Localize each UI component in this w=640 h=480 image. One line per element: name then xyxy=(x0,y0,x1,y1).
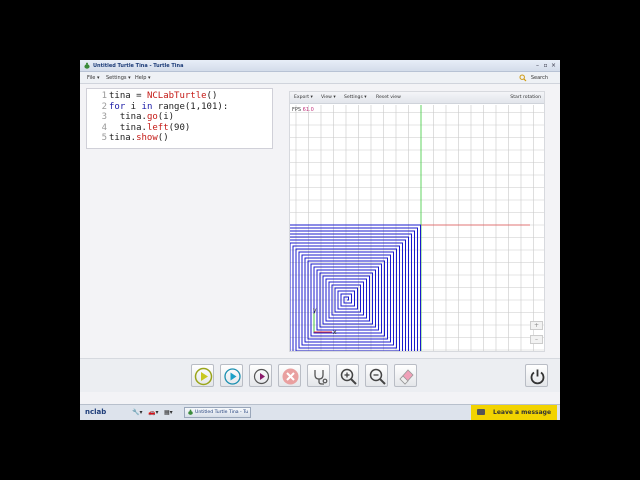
zoom-out-icon xyxy=(369,368,386,385)
stop-button[interactable] xyxy=(278,364,301,387)
code-token: () xyxy=(206,91,218,101)
graphics-settings-menu[interactable]: Settings ▾ xyxy=(344,94,367,102)
minimize-button[interactable]: – xyxy=(534,62,541,69)
fps-label: FPS xyxy=(292,107,302,113)
menu-bar: File ▾ Settings ▾ Help ▾ Search xyxy=(80,72,560,84)
graphics-toolbar: Export ▾ View ▾ Settings ▾ Reset view St… xyxy=(290,92,544,104)
stop-icon xyxy=(282,368,299,385)
line-number: 3 xyxy=(101,112,107,122)
start-rotation-button[interactable]: Start rotation xyxy=(510,94,541,102)
play-small-icon xyxy=(253,368,270,385)
code-token: range(1,101): xyxy=(152,101,229,112)
play-step-icon xyxy=(224,368,241,385)
line-number: 1 xyxy=(101,91,107,101)
app-window: Untitled Turtle Tina - Turtle Tina – ▫ ×… xyxy=(80,60,560,420)
message-icon xyxy=(477,409,485,415)
run-button[interactable] xyxy=(191,364,214,387)
main-toolbar xyxy=(80,358,560,392)
line-number: 5 xyxy=(101,133,107,143)
debug-button[interactable] xyxy=(307,364,330,387)
run-step-button[interactable] xyxy=(220,364,243,387)
turtle-canvas[interactable]: xy xyxy=(290,105,544,351)
power-icon xyxy=(530,369,545,385)
line-number-gutter: 12345 xyxy=(87,91,107,144)
wrench-icon[interactable]: 🔧▾ xyxy=(132,409,142,416)
code-token: tina. xyxy=(109,122,147,133)
code-token: show xyxy=(136,133,158,143)
maximize-button[interactable]: ▫ xyxy=(542,62,549,69)
taskbar-task-turtle-tina[interactable]: Untitled Turtle Tina - Tu xyxy=(184,407,251,418)
line-number: 2 xyxy=(101,101,107,112)
turtle-spiral-path xyxy=(290,224,421,351)
nclab-logo[interactable]: nclab xyxy=(85,408,106,416)
title-bar: Untitled Turtle Tina - Turtle Tina – ▫ × xyxy=(80,60,560,72)
line-number: 4 xyxy=(101,122,107,133)
gizmo-x-label: x xyxy=(333,329,337,336)
menu-file[interactable]: File ▾ xyxy=(87,74,99,82)
code-line[interactable]: tina = NCLabTurtle() xyxy=(109,91,228,102)
search-button[interactable]: Search xyxy=(531,74,548,82)
car-icon[interactable]: 🚗▾ xyxy=(148,409,158,416)
code-token: tina. xyxy=(109,133,137,143)
menu-settings[interactable]: Settings ▾ xyxy=(106,74,131,82)
run-fast-button[interactable] xyxy=(249,364,272,387)
close-button[interactable]: × xyxy=(550,62,557,69)
task-label: Untitled Turtle Tina - Tu xyxy=(195,410,249,415)
zoom-out-button[interactable] xyxy=(365,364,388,387)
reset-view-button[interactable]: Reset view xyxy=(376,94,401,102)
menu-help[interactable]: Help ▾ xyxy=(135,74,151,82)
code-token: go xyxy=(146,112,158,122)
code-line[interactable]: for i in range(1,101): xyxy=(109,102,228,113)
fps-value: 61.0 xyxy=(302,107,314,113)
code-line[interactable]: tina.go(i) xyxy=(109,112,228,123)
code-token: tina = xyxy=(109,91,147,101)
code-area[interactable]: tina = NCLabTurtle() for i in range(1,101… xyxy=(109,91,228,144)
zoom-in-small-button[interactable]: + xyxy=(530,321,543,330)
code-token: NCLabTurtle xyxy=(146,91,207,101)
fps-counter: FPS 61.0 xyxy=(292,107,314,113)
gizmo-y-label: y xyxy=(313,307,317,314)
code-token: for xyxy=(109,101,126,112)
code-token: in xyxy=(141,101,153,112)
code-token: (90) xyxy=(168,122,191,133)
code-token: () xyxy=(157,133,169,143)
zoom-out-small-button[interactable]: – xyxy=(530,335,543,344)
turtle-task-icon xyxy=(188,409,193,415)
window-title: Untitled Turtle Tina - Turtle Tina xyxy=(93,63,184,69)
eraser-icon xyxy=(399,369,414,385)
code-token: i xyxy=(125,101,142,112)
stethoscope-icon xyxy=(314,370,328,385)
code-token: (i) xyxy=(157,112,175,122)
code-line[interactable]: tina.show() xyxy=(109,133,228,144)
turtle-app-icon xyxy=(84,62,90,69)
search-icon[interactable] xyxy=(519,74,527,82)
power-button[interactable] xyxy=(525,364,548,387)
clear-button[interactable] xyxy=(394,364,417,387)
leave-message-label: Leave a message xyxy=(493,409,552,416)
leave-message-button[interactable]: Leave a message xyxy=(471,405,557,420)
code-token: tina. xyxy=(109,112,147,122)
view-menu[interactable]: View ▾ xyxy=(321,94,336,102)
code-editor[interactable]: 12345 tina = NCLabTurtle() for i in range… xyxy=(86,88,273,149)
graphics-panel: Export ▾ View ▾ Settings ▾ Reset view St… xyxy=(289,91,545,352)
export-menu[interactable]: Export ▾ xyxy=(294,94,313,102)
zoom-in-icon xyxy=(340,368,357,385)
zoom-in-button[interactable] xyxy=(336,364,359,387)
code-token: left xyxy=(146,122,169,133)
play-icon xyxy=(194,367,213,386)
code-line[interactable]: tina.left(90) xyxy=(109,123,228,134)
grid-icon[interactable]: ▦▾ xyxy=(164,409,173,416)
